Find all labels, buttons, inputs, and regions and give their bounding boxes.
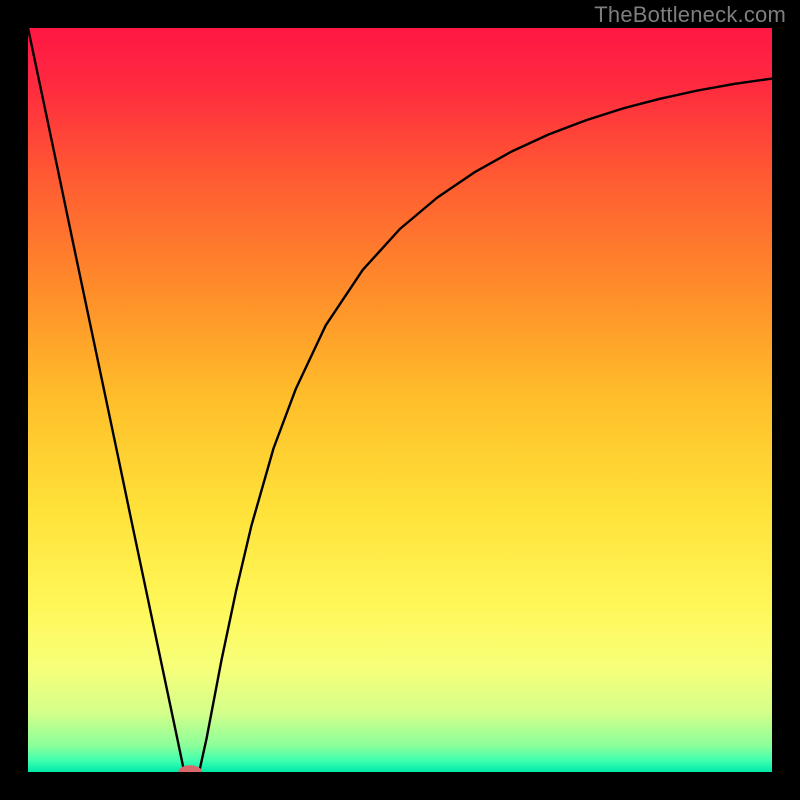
bottleneck-chart-svg bbox=[28, 28, 772, 772]
watermark-text: TheBottleneck.com bbox=[594, 2, 786, 28]
plot-area bbox=[28, 28, 772, 772]
gradient-background bbox=[28, 28, 772, 772]
chart-container: TheBottleneck.com bbox=[0, 0, 800, 800]
